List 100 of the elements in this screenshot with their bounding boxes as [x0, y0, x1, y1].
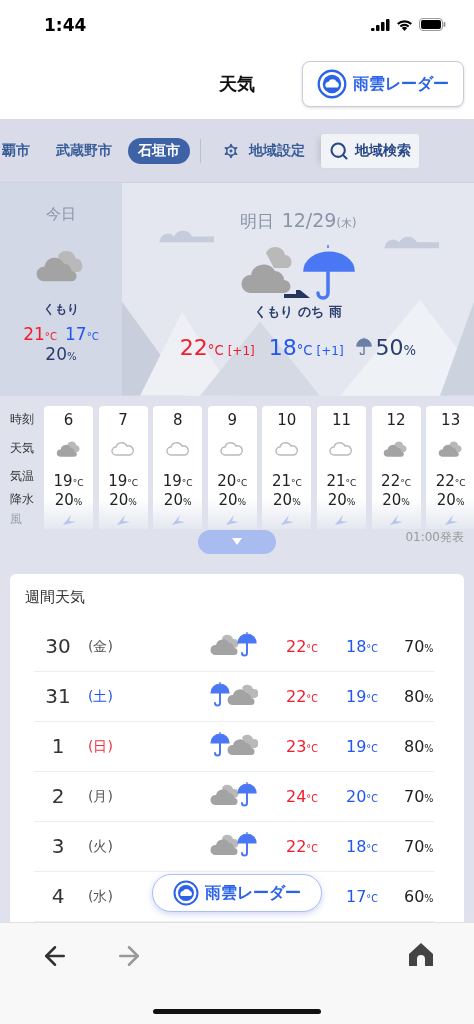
cloud-icon — [383, 439, 410, 458]
city-tab[interactable]: 覇市 — [0, 137, 40, 164]
tomorrow-low-temp: 18°C — [268, 335, 313, 361]
hour-temp: 21°C — [326, 471, 357, 490]
hour-label: 7 — [118, 409, 128, 431]
wind-arrow-icon — [170, 514, 185, 525]
low-temp: 17°C — [346, 887, 378, 906]
high-temp: 22°C — [286, 837, 318, 856]
hour-temp: 19°C — [53, 471, 84, 490]
weekday: (月) — [87, 788, 113, 805]
region-search-button[interactable]: 地域検索 — [321, 133, 419, 168]
city-tab[interactable]: 武蔵野市 — [46, 137, 122, 164]
battery-icon — [419, 18, 446, 32]
wind-arrow-icon — [225, 514, 240, 525]
caret-down-icon — [232, 538, 242, 546]
day-number: 4 — [50, 884, 66, 909]
hour-rain-chance: 20% — [109, 490, 137, 509]
page-title: 天気 — [219, 72, 255, 97]
rain-chance: 80% — [404, 687, 434, 706]
cloud-and-umbrella-icon — [210, 631, 258, 658]
hour-rain-chance: 20% — [273, 490, 301, 509]
today-condition: くもり — [43, 301, 79, 319]
radar-icon — [173, 880, 199, 906]
tomorrow-high-temp: 22°C — [179, 335, 224, 361]
hour-label: 6 — [63, 409, 74, 431]
hour-label: 9 — [227, 409, 238, 431]
rain-radar-button[interactable]: 雨雲レーダー — [152, 874, 322, 912]
cloud-outline-icon — [273, 440, 300, 457]
weekday: (土) — [87, 688, 113, 705]
tomorrow-rain-chance: 50% — [375, 335, 417, 361]
cloud-outline-icon — [110, 440, 137, 457]
hour-temp: 19°C — [162, 471, 193, 490]
region-settings-button[interactable]: 地域設定 — [215, 136, 311, 165]
wifi-icon — [396, 18, 413, 31]
umbrella-and-cloud-icon — [210, 681, 258, 708]
hour-rain-chance: 20% — [436, 490, 465, 509]
high-temp: 22°C — [286, 687, 318, 706]
umbrella-and-cloud-icon — [210, 731, 258, 758]
wind-arrow-icon — [279, 514, 294, 525]
rain-chance: 70% — [404, 787, 434, 806]
low-temp: 18°C — [346, 637, 378, 656]
day-number: 1 — [50, 734, 66, 759]
high-temp: 23°C — [286, 737, 318, 756]
city-tab[interactable]: 石垣市 — [128, 137, 190, 164]
wind-arrow-icon — [61, 514, 76, 525]
issued-time: 01:00発表 — [405, 529, 464, 547]
row-label: 風 — [10, 511, 23, 529]
today-low-temp: 17°C — [65, 324, 99, 345]
row-label: 時刻 — [10, 411, 35, 429]
row-label: 降水 — [10, 491, 35, 509]
today-label: 今日 — [46, 205, 76, 225]
cloud-outline-icon — [328, 440, 355, 457]
umbrella-icon — [355, 336, 372, 356]
rain-radar-button[interactable]: 雨雲レーダー — [302, 61, 464, 108]
weekday: (金) — [87, 638, 113, 655]
hour-label: 8 — [172, 409, 183, 431]
settings-icon — [221, 140, 241, 161]
cloud-icon — [437, 439, 464, 458]
day-number: 31 — [44, 684, 72, 709]
high-temp: 22°C — [286, 637, 318, 656]
tomorrow-condition: くもり のち 雨 — [254, 303, 342, 322]
cloud-outline-icon — [164, 440, 191, 457]
hour-label: 11 — [331, 409, 351, 431]
hour-rain-chance: 20% — [54, 490, 83, 509]
rain-chance: 70% — [404, 637, 434, 656]
tomorrow-date: 12/29(木) — [281, 209, 357, 232]
high-temp: 24°C — [286, 787, 318, 806]
radar-icon — [317, 69, 347, 100]
low-temp: 19°C — [346, 737, 378, 756]
low-temp-change: [+1] — [316, 344, 344, 359]
day-number: 2 — [50, 784, 66, 809]
rain-chance: 80% — [404, 737, 434, 756]
day-number: 3 — [50, 834, 66, 859]
signal-icon — [371, 18, 390, 31]
wind-arrow-icon — [116, 514, 131, 525]
rain-chance: 60% — [404, 887, 434, 906]
today-rain-chance: 20% — [45, 344, 77, 365]
weekday: (日) — [87, 738, 113, 755]
wind-arrow-icon — [334, 514, 349, 525]
day-number: 30 — [44, 634, 72, 659]
home-icon — [408, 941, 434, 967]
home-button[interactable] — [408, 941, 434, 967]
hour-label: 10 — [277, 409, 297, 431]
cloud-outline-icon — [219, 440, 246, 457]
cloud-and-umbrella-icon — [210, 831, 258, 858]
hour-temp: 22°C — [435, 471, 466, 490]
cloud-and-umbrella-icon — [210, 781, 258, 808]
hour-rain-chance: 20% — [218, 490, 247, 509]
hour-rain-chance: 20% — [163, 490, 192, 509]
weekday: (水) — [87, 888, 113, 905]
row-label: 気温 — [10, 468, 35, 486]
weekly-title: 週間天気 — [24, 588, 86, 608]
search-icon — [329, 140, 349, 161]
status-time: 1:44 — [44, 14, 87, 35]
hour-rain-chance: 20% — [382, 490, 410, 509]
wind-arrow-icon — [443, 514, 458, 525]
low-temp: 18°C — [346, 837, 378, 856]
hour-temp: 22°C — [381, 471, 411, 490]
weekday: (火) — [87, 838, 113, 855]
hour-rain-chance: 20% — [327, 490, 356, 509]
